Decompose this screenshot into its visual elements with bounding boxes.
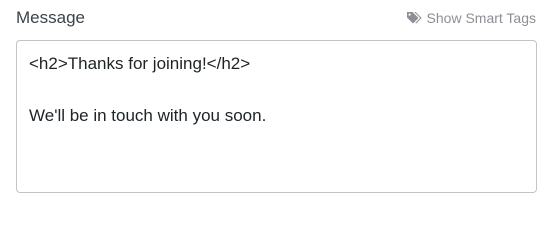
- message-field-label: Message: [16, 8, 85, 27]
- tags-icon: [406, 11, 422, 25]
- message-textarea[interactable]: <h2>Thanks for joining!</h2> We'll be in…: [16, 40, 537, 193]
- show-smart-tags-link[interactable]: Show Smart Tags: [406, 9, 536, 27]
- show-smart-tags-label: Show Smart Tags: [426, 10, 536, 26]
